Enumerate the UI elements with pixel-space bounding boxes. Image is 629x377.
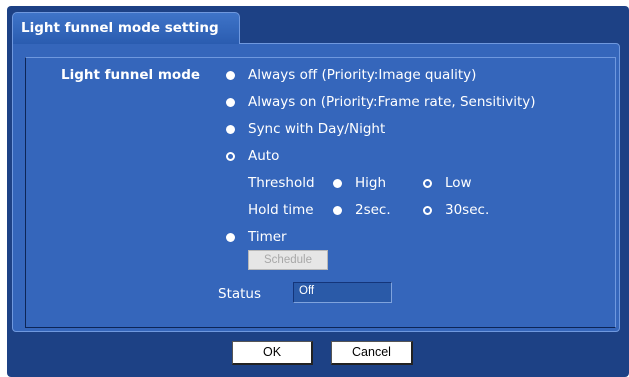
- ok-button[interactable]: OK: [232, 341, 313, 365]
- status-field: Off: [293, 282, 392, 303]
- hold-time-label: Hold time: [248, 202, 314, 218]
- radio-always-off-label: Always off (Priority:Image quality): [248, 67, 477, 83]
- radio-hold-time-2sec-label: 2sec.: [355, 202, 391, 218]
- radio-timer-label: Timer: [248, 229, 287, 245]
- radio-always-off[interactable]: [226, 71, 235, 80]
- light-funnel-mode-label: Light funnel mode: [61, 67, 201, 83]
- threshold-label: Threshold: [248, 175, 315, 191]
- radio-sync-day-night-label: Sync with Day/Night: [248, 121, 386, 137]
- radio-threshold-low-label: Low: [445, 175, 472, 191]
- radio-auto-label: Auto: [248, 148, 280, 164]
- radio-threshold-high[interactable]: [333, 179, 342, 188]
- radio-threshold-high-label: High: [355, 175, 387, 191]
- radio-hold-time-30sec-label: 30sec.: [445, 202, 490, 218]
- radio-timer[interactable]: [226, 233, 235, 242]
- radio-always-on-label: Always on (Priority:Frame rate, Sensitiv…: [248, 94, 536, 110]
- schedule-button[interactable]: Schedule: [248, 250, 328, 270]
- radio-sync-day-night[interactable]: [226, 125, 235, 134]
- cancel-button[interactable]: Cancel: [331, 341, 413, 365]
- radio-hold-time-30sec[interactable]: [423, 206, 432, 215]
- radio-auto[interactable]: [226, 152, 235, 161]
- status-label: Status: [218, 286, 262, 302]
- radio-always-on[interactable]: [226, 98, 235, 107]
- radio-hold-time-2sec[interactable]: [333, 206, 342, 215]
- radio-threshold-low[interactable]: [423, 179, 432, 188]
- tab-light-funnel-mode-setting[interactable]: Light funnel mode setting: [12, 12, 240, 44]
